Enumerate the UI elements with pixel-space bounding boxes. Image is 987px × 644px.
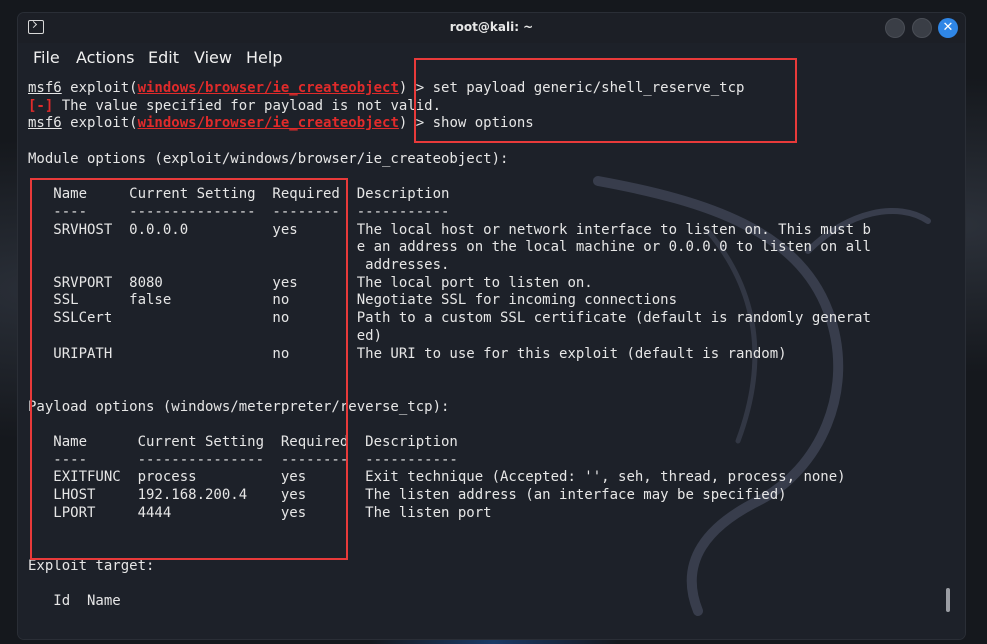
error-tag: [-]	[28, 97, 54, 114]
close-button[interactable]: ✕	[938, 18, 958, 38]
menu-edit[interactable]: Edit	[148, 48, 179, 67]
module-name: windows/browser/ie_createobject	[137, 115, 399, 132]
highlight-box-command	[414, 58, 797, 143]
terminal-line: [-] The value specified for payload is n…	[28, 97, 441, 115]
terminal-output[interactable]: msf6 exploit(windows/browser/ie_createob…	[18, 58, 965, 639]
terminal-line: Id Name	[28, 593, 121, 610]
menu-help[interactable]: Help	[246, 48, 282, 67]
terminal-window: root@kali: ~ ✕ File Actions Edit View He…	[18, 13, 965, 639]
prompt-text: exploit(	[61, 115, 138, 132]
kali-dragon-watermark	[593, 176, 931, 616]
menu-actions[interactable]: Actions	[76, 48, 134, 67]
close-icon: ✕	[942, 20, 954, 35]
menu-file[interactable]: File	[33, 48, 60, 67]
terminal-line: Module options (exploit/windows/browser/…	[28, 150, 509, 167]
scrollbar[interactable]	[946, 588, 950, 612]
prompt-text: exploit(	[61, 80, 138, 96]
menu-view[interactable]: View	[194, 48, 232, 67]
error-text: The value specified for payload is not v…	[53, 97, 442, 114]
window-title: root@kali: ~	[449, 20, 534, 34]
minimize-button[interactable]	[885, 18, 905, 38]
title-bar: root@kali: ~ ✕	[18, 13, 965, 43]
highlight-box-options	[30, 178, 348, 560]
module-name: windows/browser/ie_createobject	[137, 80, 399, 96]
maximize-button[interactable]	[912, 18, 932, 38]
prompt-msf: msf6	[28, 80, 62, 96]
prompt-msf: msf6	[28, 115, 62, 132]
